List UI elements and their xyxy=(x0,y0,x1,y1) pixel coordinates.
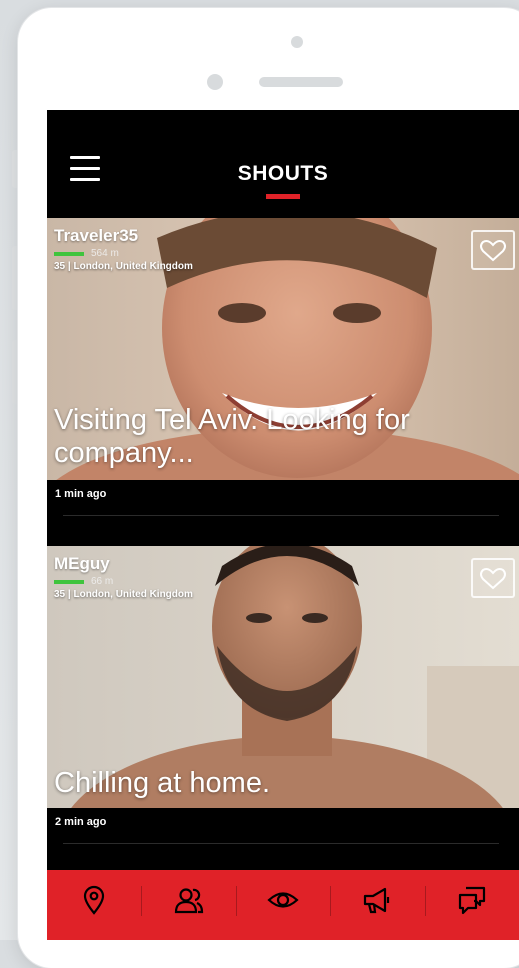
people-icon xyxy=(174,888,203,914)
message-line: company... xyxy=(54,437,194,469)
location: London, United Kingdom xyxy=(73,589,193,600)
favorite-heart-icon[interactable] xyxy=(471,558,515,598)
profile-photo[interactable]: MEguy 66 m 35 | London, United Kingdom C… xyxy=(47,546,519,808)
tab-chat[interactable] xyxy=(424,870,519,930)
tab-location[interactable] xyxy=(47,870,141,930)
message-line: Chilling at home. xyxy=(54,767,270,799)
shout-time: 1 min ago xyxy=(55,488,107,500)
shout-card[interactable]: Traveler35 564 m 35 | London, United Kin… xyxy=(47,218,519,548)
card-divider xyxy=(63,515,499,516)
tab-shouts[interactable] xyxy=(330,870,424,930)
location: London, United Kingdom xyxy=(73,261,193,272)
shout-time: 2 min ago xyxy=(55,816,107,828)
age-location: 35 | London, United Kingdom xyxy=(54,589,193,600)
distance: 564 m xyxy=(91,248,119,259)
age-location: 35 | London, United Kingdom xyxy=(54,261,193,272)
app-screen: SHOUTS Traveler35 564 m 35 | London, Uni… xyxy=(47,110,519,940)
shout-message: Visiting Tel Aviv. Looking for company..… xyxy=(54,404,410,470)
megaphone-icon xyxy=(364,887,390,914)
distance-row: 66 m xyxy=(54,576,193,587)
user-meta: Traveler35 564 m 35 | London, United Kin… xyxy=(54,226,193,272)
distance: 66 m xyxy=(91,576,114,587)
online-status-bar xyxy=(54,251,84,256)
page-title: SHOUTS xyxy=(237,162,329,185)
front-camera xyxy=(291,36,303,48)
eye-icon xyxy=(267,892,299,908)
online-status-bar xyxy=(54,579,84,584)
shout-card[interactable]: MEguy 66 m 35 | London, United Kingdom C… xyxy=(47,546,519,876)
shout-message: Chilling at home. xyxy=(54,767,270,800)
bottom-tab-bar xyxy=(47,870,519,940)
app-header: SHOUTS xyxy=(47,110,519,218)
favorite-heart-icon[interactable] xyxy=(471,230,515,270)
age: 35 xyxy=(54,261,66,272)
profile-photo[interactable]: Traveler35 564 m 35 | London, United Kin… xyxy=(47,218,519,480)
active-tab-indicator xyxy=(266,194,300,199)
user-meta: MEguy 66 m 35 | London, United Kingdom xyxy=(54,554,193,600)
card-divider xyxy=(63,843,499,844)
tab-eye[interactable] xyxy=(235,870,330,930)
username[interactable]: MEguy xyxy=(54,554,193,574)
chat-bubbles-icon xyxy=(458,886,485,915)
distance-row: 564 m xyxy=(54,248,193,259)
earpiece-speaker xyxy=(259,77,343,87)
location-pin-icon xyxy=(84,885,105,915)
proximity-sensor xyxy=(207,74,223,90)
username[interactable]: Traveler35 xyxy=(54,226,193,246)
age: 35 xyxy=(54,589,66,600)
message-line: Visiting Tel Aviv. Looking for xyxy=(54,404,410,436)
tab-people[interactable] xyxy=(141,870,235,930)
